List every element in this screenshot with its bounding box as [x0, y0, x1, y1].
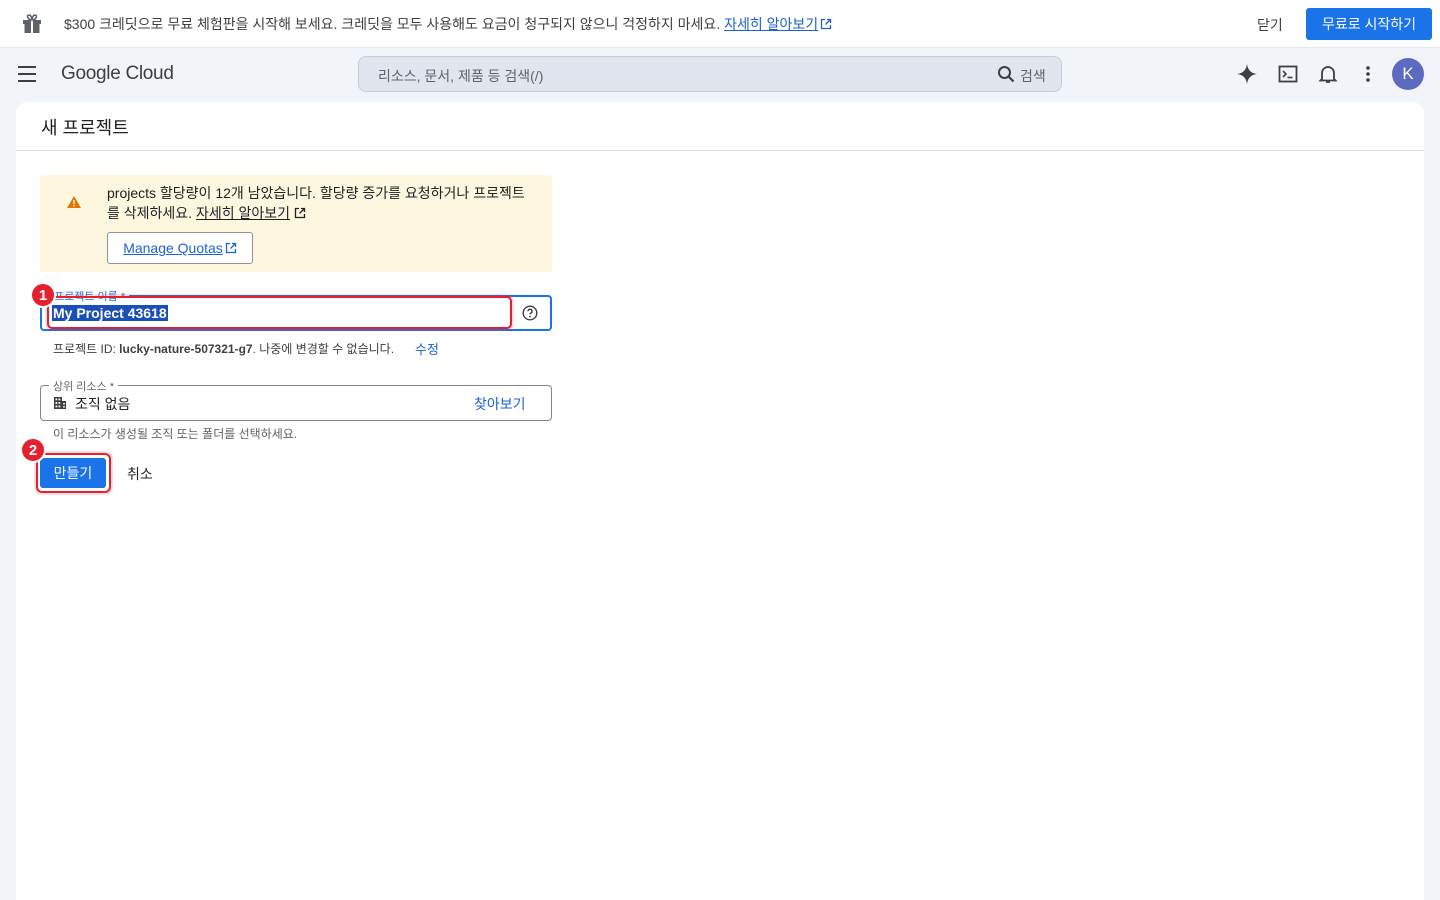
more-vert-icon[interactable]	[1357, 63, 1379, 85]
search-bar[interactable]: 리소스, 문서, 제품 등 검색(/) 검색	[358, 56, 1062, 92]
help-icon[interactable]	[522, 305, 538, 321]
external-link-icon	[225, 242, 236, 254]
notifications-bell-icon[interactable]	[1317, 63, 1339, 85]
top-navigation: Google Cloud 리소스, 문서, 제품 등 검색(/) 검색 K	[0, 48, 1440, 100]
parent-resource-field[interactable]: 상위 리소스 * 조직 없음 찾아보기	[40, 378, 552, 421]
promo-text: $300 크레딧으로 무료 체험판을 시작해 보세요. 크레딧을 모두 사용해도…	[64, 14, 832, 34]
project-name-input[interactable]: My Project 43618	[52, 305, 168, 321]
search-label[interactable]: 검색	[1020, 66, 1046, 86]
project-name-field[interactable]: 프로젝트 이름 * My Project 43618	[40, 288, 552, 331]
gemini-sparkle-icon[interactable]	[1236, 63, 1258, 85]
external-link-icon	[821, 18, 832, 30]
menu-icon[interactable]	[18, 66, 38, 82]
browse-button[interactable]: 찾아보기	[474, 394, 526, 414]
parent-resource-hint: 이 리소스가 생성될 조직 또는 폴더를 선택하세요.	[53, 427, 298, 441]
external-link-icon	[294, 207, 306, 219]
edit-project-id-link[interactable]: 수정	[415, 339, 439, 358]
warning-icon	[67, 196, 81, 208]
manage-quotas-button[interactable]: Manage Quotas	[107, 232, 253, 264]
start-free-button[interactable]: 무료로 시작하기	[1306, 8, 1432, 40]
page-title: 새 프로젝트	[41, 118, 129, 138]
gift-icon	[23, 14, 41, 33]
new-project-card: 새 프로젝트 projects 할당량이 12개 남았습니다. 할당량 증가를 …	[16, 102, 1424, 900]
google-cloud-logo[interactable]: Google Cloud	[61, 63, 174, 85]
annotation-badge-2: 2	[20, 437, 46, 463]
quota-learn-more-link[interactable]: 자세히 알아보기	[196, 205, 290, 221]
account-avatar[interactable]: K	[1392, 58, 1424, 90]
cancel-button[interactable]: 취소	[127, 464, 153, 484]
create-button[interactable]: 만들기	[40, 458, 106, 488]
annotation-badge-1: 1	[30, 282, 56, 308]
promo-banner: $300 크레딧으로 무료 체험판을 시작해 보세요. 크레딧을 모두 사용해도…	[0, 0, 1440, 48]
promo-learn-more-link[interactable]: 자세히 알아보기	[724, 16, 818, 32]
quota-warning-banner: projects 할당량이 12개 남았습니다. 할당량 증가를 요청하거나 프…	[40, 175, 552, 272]
divider	[16, 150, 1424, 151]
parent-resource-label: 상위 리소스 *	[49, 378, 118, 394]
project-id-text: 프로젝트 ID: lucky-nature-507321-g7. 나중에 변경할…	[53, 342, 395, 356]
cloud-shell-icon[interactable]	[1277, 63, 1299, 85]
project-name-label: 프로젝트 이름 *	[50, 288, 130, 304]
parent-resource-value: 조직 없음	[75, 396, 131, 412]
promo-close-button[interactable]: 닫기	[1257, 15, 1283, 35]
quota-warning-text: projects 할당량이 12개 남았습니다. 할당량 증가를 요청하거나 프…	[107, 185, 525, 221]
organization-building-icon	[54, 397, 66, 409]
search-icon[interactable]	[997, 65, 1015, 83]
search-input[interactable]: 리소스, 문서, 제품 등 검색(/)	[378, 66, 543, 86]
